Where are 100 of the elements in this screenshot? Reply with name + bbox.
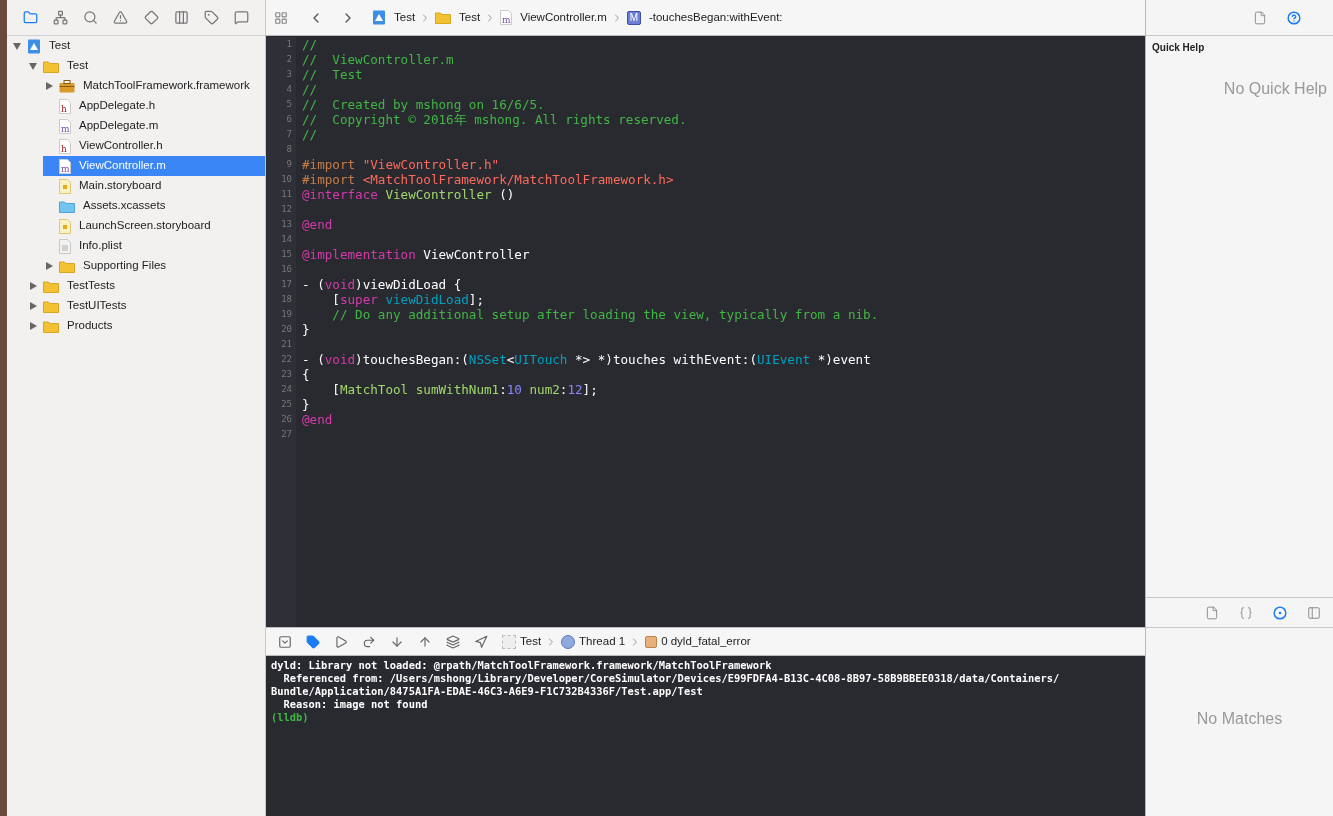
disclosure-triangle-icon[interactable] xyxy=(29,302,37,310)
file-tree-item[interactable]: m AppDelegate.m xyxy=(43,116,265,136)
file-tree-item[interactable]: Supporting Files xyxy=(43,256,265,276)
line-number: 1 xyxy=(286,38,292,51)
code-line: // xyxy=(302,37,319,52)
code-line: // xyxy=(302,82,319,97)
file-tree-item[interactable]: h AppDelegate.h xyxy=(43,96,265,116)
console-output: Bundle/Application/8475A1FA-EDAE-46C3-A6E9-F1C732B4336F/Test.app/Test xyxy=(271,685,704,698)
console-prompt: (lldb) xyxy=(271,711,310,724)
file-tree-item[interactable]: Test xyxy=(11,36,265,56)
project-icon xyxy=(372,10,386,25)
file-name: Products xyxy=(67,318,113,334)
code-line: // Copyright © 2016年 mshong. All rights reserved. xyxy=(302,112,688,127)
line-number: 6 xyxy=(286,113,292,126)
file-tree-item[interactable]: Info.plist xyxy=(43,236,265,256)
grid-icon[interactable] xyxy=(274,10,288,25)
file-tree-item[interactable]: TestTests xyxy=(27,276,265,296)
file-icon[interactable] xyxy=(1205,605,1219,620)
file-name: Test xyxy=(67,58,89,74)
folder-icon xyxy=(43,279,59,293)
file-tree-item[interactable]: LaunchScreen.storyboard xyxy=(43,216,265,236)
line-number: 25 xyxy=(281,398,292,411)
code-line: @interface ViewController () xyxy=(302,187,516,202)
code-line: #import <MatchToolFramework/MatchToolFramework.h> xyxy=(302,172,675,187)
breadcrumb-item[interactable]: -touchesBegan:withEvent: xyxy=(648,8,783,27)
header-file-icon: h xyxy=(59,98,71,114)
panel-toggle-icon[interactable] xyxy=(278,634,292,649)
line-number: 17 xyxy=(281,278,292,291)
file-tree-item[interactable]: Assets.xcassets xyxy=(43,196,265,216)
code-line: } xyxy=(302,397,311,412)
view-debugger-icon[interactable] xyxy=(446,634,460,649)
folder-icon[interactable] xyxy=(22,10,38,25)
step-into-icon[interactable] xyxy=(390,634,404,649)
columns-icon[interactable] xyxy=(173,10,189,25)
line-number: 7 xyxy=(286,128,292,141)
line-number: 23 xyxy=(281,368,292,381)
thread-icon xyxy=(561,634,576,649)
braces-icon[interactable] xyxy=(1239,605,1253,620)
continue-icon[interactable] xyxy=(334,634,348,649)
file-tree-item[interactable]: Products xyxy=(27,316,265,336)
line-number: 5 xyxy=(286,98,292,111)
line-number: 13 xyxy=(281,218,292,231)
debug-path-item[interactable]: Test xyxy=(520,632,542,651)
step-out-icon[interactable] xyxy=(418,634,432,649)
folder-icon xyxy=(43,319,59,333)
location-icon[interactable] xyxy=(474,634,488,649)
breadcrumb-item[interactable]: ViewController.m xyxy=(520,8,607,27)
file-name: Assets.xcassets xyxy=(83,198,166,214)
object-icon[interactable] xyxy=(1273,605,1287,620)
assets-folder-icon xyxy=(59,199,75,213)
diamond-icon[interactable] xyxy=(143,10,159,25)
disclosure-triangle-icon[interactable] xyxy=(13,42,21,50)
step-over-icon[interactable] xyxy=(362,634,376,649)
warning-icon[interactable] xyxy=(113,10,129,25)
tag-icon[interactable] xyxy=(204,10,220,25)
file-tree-item[interactable]: h ViewController.h xyxy=(43,136,265,156)
empty-message: No Quick Help xyxy=(1223,79,1327,99)
file-name: Main.storyboard xyxy=(79,178,162,194)
code-line: - (void)viewDidLoad { xyxy=(302,277,463,292)
disclosure-triangle-icon[interactable] xyxy=(29,322,37,330)
disclosure-triangle-icon[interactable] xyxy=(45,262,53,270)
file-tree-item[interactable]: Main.storyboard xyxy=(43,176,265,196)
file-tree-item[interactable]: Test xyxy=(27,56,265,76)
file-tree-item[interactable]: MatchToolFramework.framework xyxy=(43,76,265,96)
app-icon xyxy=(502,634,516,649)
line-number: 21 xyxy=(281,338,292,351)
line-number: 3 xyxy=(286,68,292,81)
search-icon[interactable] xyxy=(83,10,99,25)
line-number: 24 xyxy=(281,383,292,396)
hierarchy-icon[interactable] xyxy=(52,10,68,25)
file-tree-item[interactable]: TestUITests xyxy=(27,296,265,316)
method-badge: M xyxy=(626,10,641,25)
file-icon[interactable] xyxy=(1253,10,1267,25)
message-icon[interactable] xyxy=(234,10,250,25)
help-icon[interactable] xyxy=(1287,10,1301,25)
folder-icon xyxy=(43,299,59,313)
line-number: 10 xyxy=(281,173,292,186)
line-number: 11 xyxy=(281,188,292,201)
debug-path-item[interactable]: 0 dyld_fatal_error xyxy=(661,632,751,651)
debug-path-item[interactable]: Thread 1 xyxy=(579,632,626,651)
disclosure-triangle-icon[interactable] xyxy=(45,82,53,90)
breadcrumb-item[interactable]: Test xyxy=(394,8,416,27)
stack-frame-icon xyxy=(645,635,658,648)
breakpoint-icon[interactable] xyxy=(306,634,320,649)
folder-icon xyxy=(43,59,59,73)
line-number: 4 xyxy=(286,83,292,96)
code-line: // xyxy=(302,127,319,142)
breadcrumb-item[interactable]: Test xyxy=(459,8,481,27)
file-tree-item[interactable]: m ViewController.m xyxy=(43,156,265,176)
storyboard-icon xyxy=(59,178,71,194)
line-number: 12 xyxy=(281,203,292,216)
disclosure-triangle-icon[interactable] xyxy=(29,282,37,290)
panel-icon[interactable] xyxy=(1307,605,1321,620)
file-name: Supporting Files xyxy=(83,258,167,274)
storyboard-icon xyxy=(59,218,71,234)
file-name: ViewController.h xyxy=(79,138,163,154)
line-number: 2 xyxy=(286,53,292,66)
source-file-icon: m xyxy=(59,158,71,174)
empty-message: No Matches xyxy=(1196,709,1283,729)
plist-file-icon xyxy=(59,238,71,254)
